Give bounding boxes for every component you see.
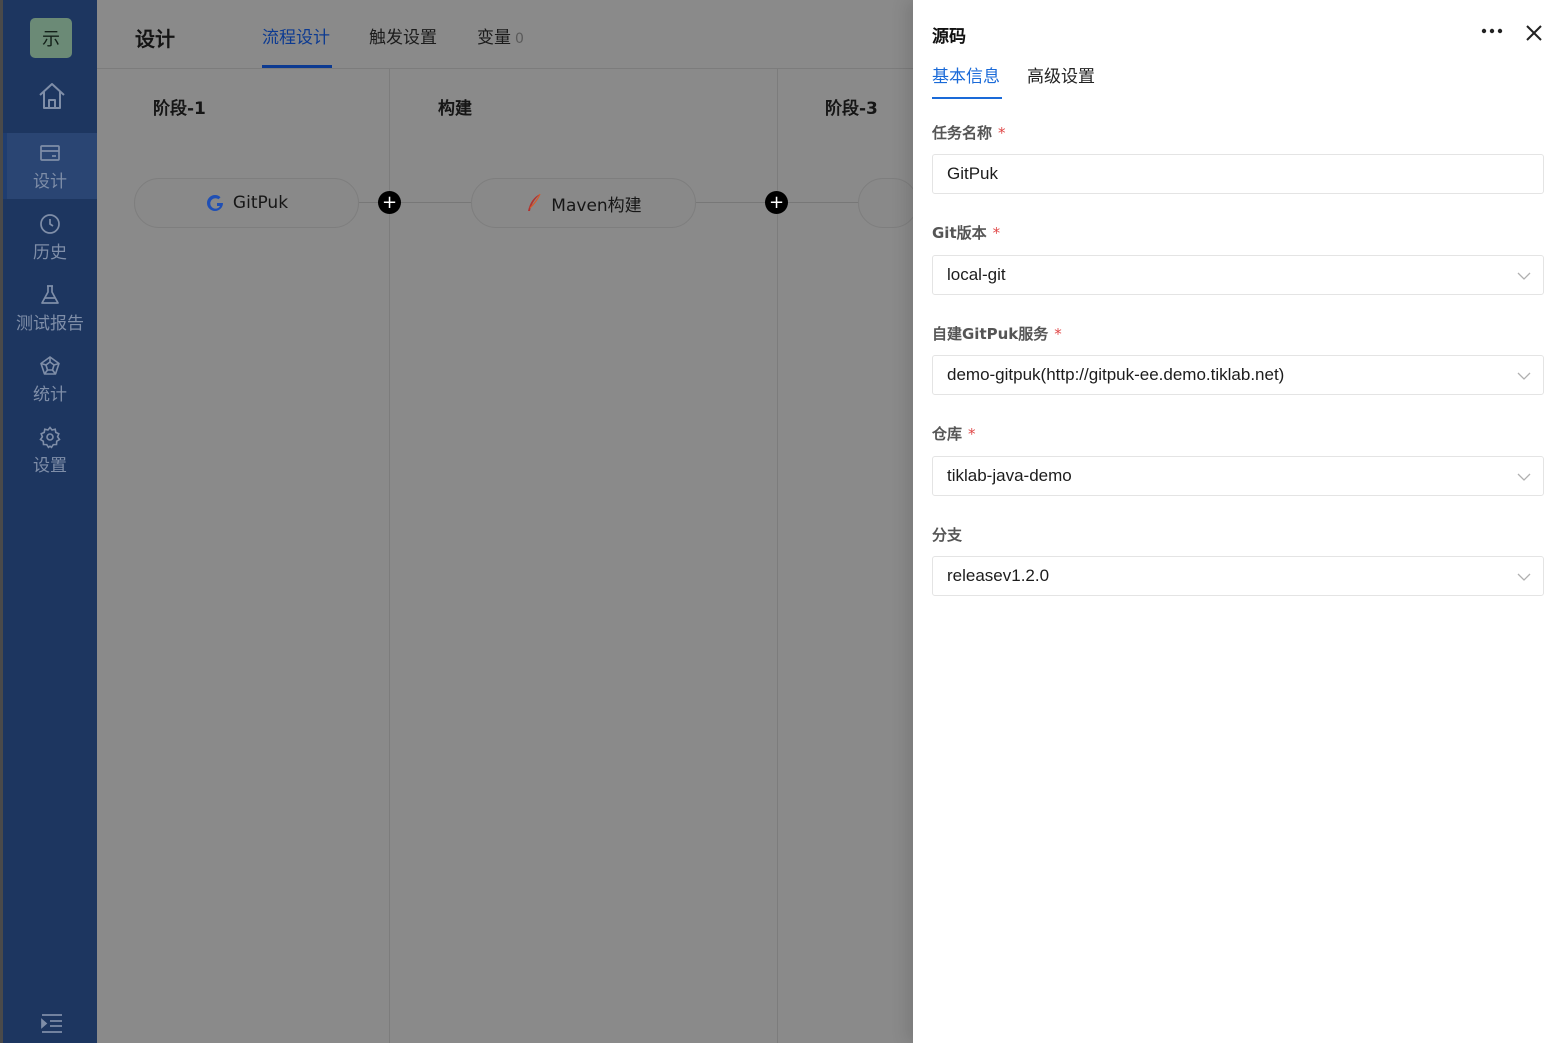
field-label-text: 自建GitPuk服务 bbox=[932, 325, 1049, 343]
tab-variables-label: 变量 bbox=[477, 28, 511, 48]
stage-divider bbox=[777, 69, 778, 1043]
stage-connector bbox=[359, 202, 471, 203]
sidebar-item-settings[interactable]: 设置 bbox=[3, 417, 97, 483]
chevron-down-icon bbox=[1517, 473, 1531, 481]
sidebar-item-statistics[interactable]: 统计 bbox=[3, 346, 97, 412]
tab-variables-count: 0 bbox=[515, 31, 524, 47]
sidebar-item-label: 统计 bbox=[33, 384, 67, 405]
repository-label: 仓库 * bbox=[932, 423, 976, 444]
field-label-text: 分支 bbox=[932, 526, 963, 544]
field-label-text: 任务名称 bbox=[932, 124, 993, 142]
tab-trigger-settings[interactable]: 触发设置 bbox=[369, 23, 437, 48]
task-name: Maven构建 bbox=[551, 195, 642, 216]
chevron-down-icon bbox=[1517, 272, 1531, 280]
clock-icon bbox=[40, 213, 60, 234]
stage-divider bbox=[389, 69, 390, 1043]
branch-select[interactable]: releasev1.2.0 bbox=[932, 556, 1544, 596]
drawer-tab-indicator bbox=[932, 97, 1002, 99]
gitpuk-icon bbox=[206, 195, 223, 211]
select-value: demo-gitpuk(http://gitpuk-ee.demo.tiklab… bbox=[947, 365, 1285, 384]
chart-pentagon-icon bbox=[40, 355, 60, 375]
stage-title[interactable]: 构建 bbox=[438, 94, 472, 119]
select-value: releasev1.2.0 bbox=[947, 566, 1050, 585]
sidebar-item-label: 设置 bbox=[33, 455, 67, 476]
task-node-partial[interactable] bbox=[858, 178, 918, 228]
sidebar-item-label: 设计 bbox=[33, 171, 67, 192]
required-mark: * bbox=[1054, 325, 1062, 343]
maven-feather-icon bbox=[528, 193, 541, 211]
menu-indent-icon bbox=[41, 1014, 62, 1033]
drawer-title: 源码 bbox=[932, 27, 966, 47]
plus-icon: + bbox=[768, 191, 785, 213]
add-task-button[interactable]: + bbox=[378, 191, 401, 214]
more-button[interactable] bbox=[1479, 20, 1505, 42]
sidebar-item-history[interactable]: 历史 bbox=[3, 204, 97, 270]
design-topbar: 设计 流程设计 触发设置 变量 0 bbox=[97, 0, 913, 69]
field-label-text: Git版本 bbox=[932, 224, 987, 242]
pipeline-design-area: 设计 流程设计 触发设置 变量 0 阶段-1 构建 阶段-3 GitPuk Mav… bbox=[97, 0, 918, 1043]
repository-select[interactable]: tiklab-java-demo bbox=[932, 456, 1544, 496]
close-icon bbox=[1526, 25, 1542, 41]
gitpuk-service-label: 自建GitPuk服务 * bbox=[932, 323, 1062, 344]
plus-icon: + bbox=[381, 191, 398, 213]
more-dots-icon bbox=[1481, 28, 1503, 34]
sidebar-item-design[interactable]: 设计 bbox=[3, 133, 97, 199]
home-icon bbox=[39, 83, 65, 109]
app-logo[interactable]: 示 bbox=[30, 18, 72, 58]
task-node-gitpuk[interactable]: GitPuk bbox=[134, 178, 359, 228]
required-mark: * bbox=[998, 124, 1006, 142]
field-label-text: 仓库 bbox=[932, 425, 963, 443]
chevron-down-icon bbox=[1517, 573, 1531, 581]
tab-variables[interactable]: 变量 0 bbox=[477, 23, 524, 48]
sidebar: 示 设计 历史 测试报告 统计 设置 bbox=[0, 0, 97, 1043]
tab-flow-design[interactable]: 流程设计 bbox=[262, 23, 330, 48]
home-button[interactable] bbox=[32, 76, 72, 116]
git-version-select[interactable]: local-git bbox=[932, 255, 1544, 295]
required-mark: * bbox=[968, 425, 976, 443]
page-title: 设计 bbox=[135, 27, 175, 51]
task-name-field[interactable] bbox=[932, 154, 1544, 194]
sidebar-item-label: 历史 bbox=[33, 242, 67, 263]
card-icon bbox=[40, 144, 60, 161]
task-name-input[interactable] bbox=[947, 164, 1529, 184]
gear-icon bbox=[39, 425, 61, 448]
sidebar-collapse-button[interactable] bbox=[40, 1012, 64, 1034]
tab-active-indicator bbox=[262, 65, 332, 68]
task-config-drawer: 源码 基本信息 高级设置 任务名称 * Git版本 * local-git 自建Gi… bbox=[913, 0, 1555, 1043]
gitpuk-service-select[interactable]: demo-gitpuk(http://gitpuk-ee.demo.tiklab… bbox=[932, 355, 1544, 395]
chevron-down-icon bbox=[1517, 372, 1531, 380]
task-node-maven-build[interactable]: Maven构建 bbox=[471, 178, 696, 228]
task-name-label: 任务名称 * bbox=[932, 122, 1006, 143]
tab-advanced-settings[interactable]: 高级设置 bbox=[1027, 62, 1095, 87]
select-value: local-git bbox=[947, 265, 1006, 284]
branch-label: 分支 bbox=[932, 524, 962, 545]
sidebar-item-test-report[interactable]: 测试报告 bbox=[3, 275, 97, 341]
task-name: GitPuk bbox=[232, 193, 289, 213]
close-button[interactable] bbox=[1522, 21, 1546, 45]
tab-basic-info[interactable]: 基本信息 bbox=[932, 62, 1000, 87]
sidebar-item-label: 测试报告 bbox=[16, 313, 84, 334]
stage-title[interactable]: 阶段-1 bbox=[153, 94, 206, 119]
add-task-button[interactable]: + bbox=[765, 191, 788, 214]
stage-title[interactable]: 阶段-3 bbox=[825, 94, 878, 119]
git-version-label: Git版本 * bbox=[932, 222, 1000, 243]
select-value: tiklab-java-demo bbox=[947, 466, 1072, 485]
flask-icon bbox=[41, 284, 59, 304]
required-mark: * bbox=[992, 224, 1001, 242]
